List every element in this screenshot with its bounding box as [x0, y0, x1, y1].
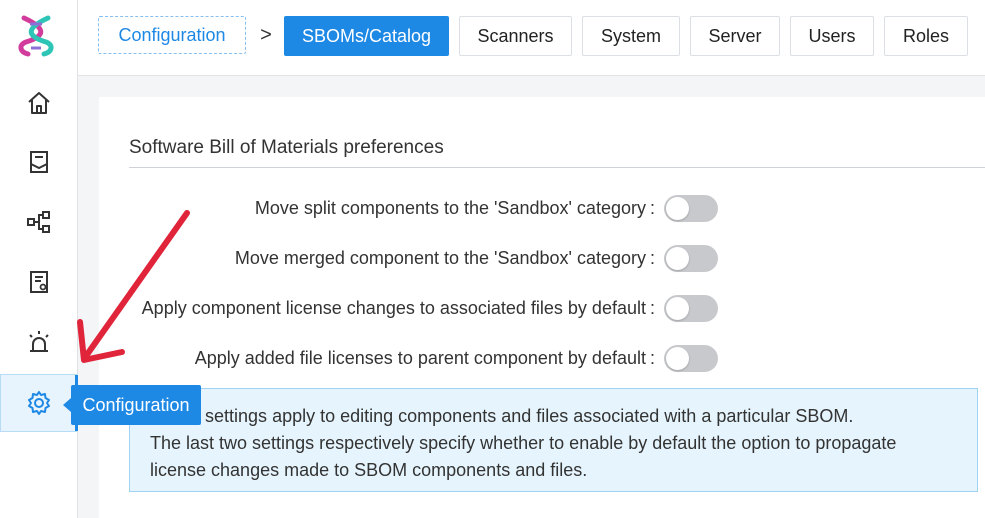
- toggle-component-license-files[interactable]: [664, 295, 718, 322]
- pref-row: Apply component license changes to assoc…: [142, 293, 655, 323]
- breadcrumb-separator: >: [260, 23, 272, 46]
- pref-label: Move merged component to the 'Sandbox' c…: [234, 247, 646, 268]
- section-title: Software Bill of Materials preferences: [129, 137, 444, 158]
- pref-row: Move merged component to the 'Sandbox' c…: [235, 243, 655, 273]
- alarm-icon: [28, 331, 49, 352]
- pref-row: Apply added file licenses to parent comp…: [195, 343, 655, 373]
- pref-colon: :: [649, 247, 655, 268]
- configuration-tooltip: Configuration: [63, 385, 201, 425]
- pref-colon: :: [649, 297, 655, 318]
- pref-row: Move split components to the 'Sandbox' c…: [255, 193, 655, 223]
- nav-home[interactable]: [0, 74, 77, 132]
- info-line: These settings apply to editing componen…: [150, 406, 854, 426]
- info-line: The last two settings respectively speci…: [150, 433, 897, 453]
- report-icon: [29, 271, 48, 293]
- info-line: license changes made to SBOM components …: [150, 460, 588, 480]
- nav-reports[interactable]: [0, 253, 77, 311]
- toggle-knob: [666, 297, 689, 320]
- nav-alerts[interactable]: [0, 313, 77, 371]
- gear-icon: [27, 391, 50, 415]
- document-icon: [29, 151, 48, 173]
- nav-sboms[interactable]: [0, 133, 77, 191]
- toggle-knob: [666, 197, 689, 220]
- pref-label: Apply component license changes to assoc…: [141, 297, 646, 318]
- tab-system[interactable]: System: [582, 16, 680, 56]
- app-logo-icon[interactable]: [16, 14, 56, 58]
- toggle-knob: [666, 247, 689, 270]
- pref-label: Move split components to the 'Sandbox' c…: [254, 197, 646, 218]
- tab-users[interactable]: Users: [790, 16, 874, 56]
- pref-colon: :: [649, 347, 655, 368]
- pref-colon: :: [649, 197, 655, 218]
- toggle-split-sandbox[interactable]: [664, 195, 718, 222]
- info-box: These settings apply to editing componen…: [129, 388, 978, 492]
- tab-server[interactable]: Server: [690, 16, 780, 56]
- tab-scanners[interactable]: Scanners: [459, 16, 572, 56]
- section-divider: [129, 167, 985, 168]
- toggle-knob: [666, 347, 689, 370]
- pref-label: Apply added file licenses to parent comp…: [194, 347, 646, 368]
- sidebar: [0, 0, 78, 518]
- preferences-panel: Software Bill of Materials preferences M…: [99, 97, 985, 518]
- home-icon: [27, 92, 50, 114]
- tab-sboms-catalog[interactable]: SBOMs/Catalog: [284, 16, 449, 56]
- tab-roles[interactable]: Roles: [884, 16, 968, 56]
- hierarchy-icon: [26, 211, 50, 233]
- breadcrumb-configuration[interactable]: Configuration: [98, 16, 246, 54]
- nav-structure[interactable]: [0, 193, 77, 251]
- toggle-merged-sandbox[interactable]: [664, 245, 718, 272]
- toggle-file-license-parent[interactable]: [664, 345, 718, 372]
- top-bar: Configuration > SBOMs/Catalog Scanners S…: [78, 0, 985, 76]
